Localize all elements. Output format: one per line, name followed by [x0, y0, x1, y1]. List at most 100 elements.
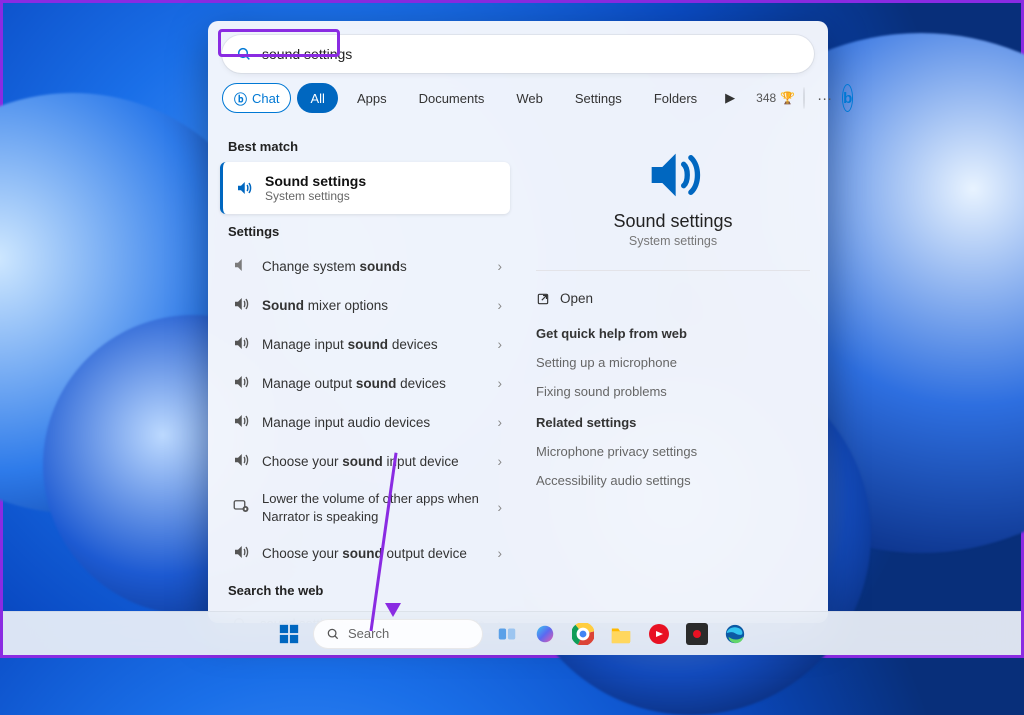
taskbar-taskview[interactable] — [493, 620, 521, 648]
taskbar-search[interactable]: Search — [313, 619, 483, 649]
filter-documents-label: Documents — [419, 91, 485, 106]
chevron-right-icon: › — [498, 500, 503, 515]
quick-help-link[interactable]: Setting up a microphone — [536, 355, 677, 370]
speaker-icon — [232, 543, 250, 564]
overflow-menu[interactable]: ··· — [813, 90, 836, 107]
chevron-right-icon: › — [498, 376, 503, 391]
filter-folders[interactable]: Folders — [641, 83, 710, 113]
settings-result-item[interactable]: Choose your sound input device › — [212, 442, 518, 481]
app-icon — [686, 623, 708, 645]
filter-more[interactable]: ▶ — [716, 83, 744, 113]
filter-row: ⓑ Chat All Apps Documents Web Settings F… — [208, 83, 828, 125]
search-input[interactable]: sound settings — [222, 35, 814, 73]
result-label: Choose your sound output device — [262, 546, 486, 561]
speaker-icon — [232, 373, 250, 394]
copilot-icon — [534, 623, 556, 645]
result-label: Change system sounds — [262, 259, 486, 274]
settings-result-item[interactable]: Sound mixer options › — [212, 286, 518, 325]
rewards-points: 348 — [756, 91, 776, 105]
filter-apps-label: Apps — [357, 91, 387, 106]
taskbar-explorer[interactable] — [607, 620, 635, 648]
result-label: Manage input audio devices — [262, 415, 486, 430]
filter-web-label: Web — [516, 91, 543, 106]
result-label: Choose your sound input device — [262, 454, 486, 469]
bing-icon: b — [843, 90, 852, 107]
filter-folders-label: Folders — [654, 91, 697, 106]
taskbar-app-red[interactable] — [645, 620, 673, 648]
related-link[interactable]: Microphone privacy settings — [536, 444, 697, 459]
web-header: Search the web — [212, 573, 518, 606]
app-icon — [648, 623, 670, 645]
filter-apps[interactable]: Apps — [344, 83, 400, 113]
chevron-right-icon: › — [498, 337, 503, 352]
narrator-icon — [232, 497, 250, 518]
taskbar-app-dark[interactable] — [683, 620, 711, 648]
start-button[interactable] — [275, 620, 303, 648]
speaker-icon — [232, 256, 250, 277]
chevron-right-icon: › — [498, 546, 503, 561]
settings-result-item[interactable]: Change system sounds › — [212, 247, 518, 286]
search-query-text: sound settings — [262, 46, 352, 62]
chat-pill[interactable]: ⓑ Chat — [222, 83, 291, 113]
preview-title: Sound settings — [613, 211, 732, 232]
chevron-right-icon: › — [498, 415, 503, 430]
chrome-icon — [572, 623, 594, 645]
filter-all[interactable]: All — [297, 83, 337, 113]
settings-result-item[interactable]: Manage input sound devices › — [212, 325, 518, 364]
search-panel: sound settings ⓑ Chat All Apps Documents… — [208, 21, 828, 623]
best-match-item[interactable]: Sound settings System settings — [220, 162, 510, 214]
search-icon — [326, 627, 340, 641]
settings-header: Settings — [212, 214, 518, 247]
taskbar-edge[interactable] — [721, 620, 749, 648]
taskview-icon — [496, 623, 518, 645]
speaker-icon — [232, 451, 250, 472]
speaker-icon — [232, 412, 250, 433]
results-column: Best match Sound settings System setting… — [208, 125, 518, 623]
filter-documents[interactable]: Documents — [406, 83, 498, 113]
filter-web[interactable]: Web — [503, 83, 556, 113]
annotation-arrow-head — [385, 603, 401, 617]
quick-help-header: Get quick help from web — [536, 326, 687, 341]
search-icon — [236, 46, 252, 62]
play-icon: ▶ — [725, 90, 735, 106]
related-header: Related settings — [536, 415, 636, 430]
chevron-right-icon: › — [498, 298, 503, 313]
trophy-icon: 🏆 — [780, 91, 795, 105]
filter-settings[interactable]: Settings — [562, 83, 635, 113]
chat-label: Chat — [252, 91, 279, 106]
user-avatar[interactable] — [803, 87, 805, 109]
best-match-subtitle: System settings — [265, 189, 366, 203]
chevron-right-icon: › — [498, 454, 503, 469]
open-icon — [536, 292, 550, 306]
result-label: Sound mixer options — [262, 298, 486, 313]
rewards-badge[interactable]: 348 🏆 — [756, 91, 795, 105]
preview-hero-icon — [629, 145, 717, 205]
speaker-icon — [235, 178, 253, 198]
speaker-icon — [232, 334, 250, 355]
settings-result-item[interactable]: Manage input audio devices › — [212, 403, 518, 442]
related-link[interactable]: Accessibility audio settings — [536, 473, 691, 488]
taskbar-search-placeholder: Search — [348, 626, 389, 641]
open-action[interactable]: Open — [536, 287, 593, 320]
best-match-title: Sound settings — [265, 173, 366, 189]
chevron-right-icon: › — [498, 259, 503, 274]
settings-result-item[interactable]: Manage output sound devices › — [212, 364, 518, 403]
result-label: Manage output sound devices — [262, 376, 486, 391]
best-match-header: Best match — [212, 129, 518, 162]
settings-result-item[interactable]: Choose your sound output device › — [212, 534, 518, 573]
divider — [536, 270, 810, 271]
taskbar-copilot[interactable] — [531, 620, 559, 648]
result-label: Manage input sound devices — [262, 337, 486, 352]
filter-all-label: All — [310, 91, 324, 106]
speaker-icon — [232, 295, 250, 316]
quick-help-link[interactable]: Fixing sound problems — [536, 384, 667, 399]
settings-result-item[interactable]: Lower the volume of other apps when Narr… — [212, 481, 518, 534]
bing-chat-icon: ⓑ — [234, 89, 247, 108]
taskbar: Search — [3, 611, 1021, 655]
preview-subtitle: System settings — [629, 234, 717, 248]
windows-icon — [278, 623, 300, 645]
taskbar-chrome[interactable] — [569, 620, 597, 648]
result-label: Lower the volume of other apps when Narr… — [262, 490, 486, 525]
open-label: Open — [560, 291, 593, 306]
preview-column: Sound settings System settings Open Get … — [518, 125, 828, 623]
